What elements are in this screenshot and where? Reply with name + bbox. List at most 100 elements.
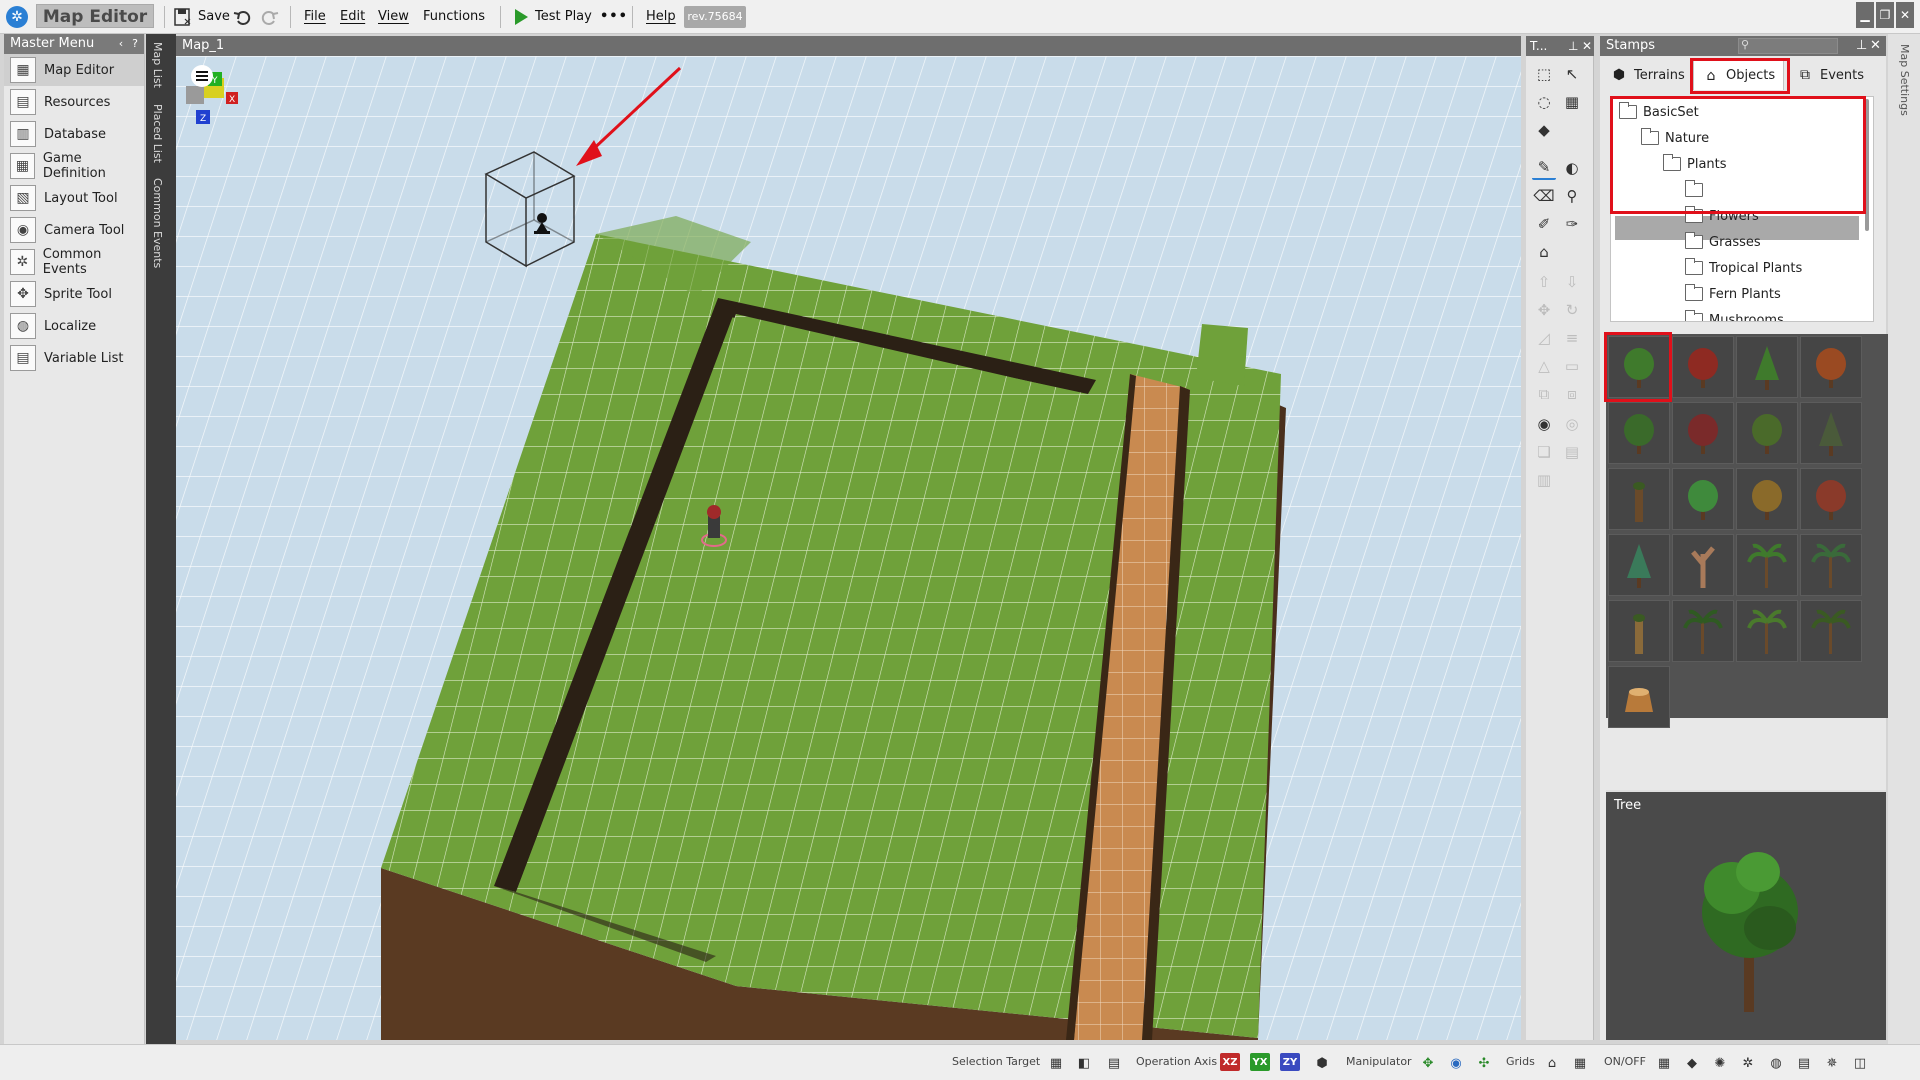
cylinder-icon[interactable]: ◫ — [1850, 1053, 1870, 1073]
tree-item[interactable]: Grasses — [1685, 231, 1761, 253]
menu-item-game-definition[interactable]: ▦ Game Definition — [4, 150, 144, 182]
stamp-thumbnail[interactable] — [1608, 534, 1670, 596]
select-tile-icon[interactable]: ▦ — [1046, 1053, 1066, 1073]
box-icon[interactable]: ▭ — [1560, 354, 1584, 378]
stamp-thumbnail[interactable] — [1672, 468, 1734, 530]
map-3d-scene[interactable]: Y X Z — [176, 56, 1521, 1040]
pin-icon[interactable]: ⊥ — [1856, 36, 1867, 56]
move-gizmo-icon[interactable]: ✥ — [1418, 1053, 1438, 1073]
stamp-thumbnail[interactable] — [1736, 402, 1798, 464]
menu-item-map-editor[interactable]: ▦ Map Editor — [4, 54, 144, 86]
stamp-thumbnail[interactable] — [1672, 600, 1734, 662]
stamp-thumbnail[interactable] — [1736, 468, 1798, 530]
stamp-thumbnail[interactable] — [1608, 336, 1670, 398]
stamp-thumbnail[interactable] — [1800, 336, 1862, 398]
tree-item[interactable]: Mushrooms — [1685, 309, 1784, 321]
tree-item[interactable]: Nature — [1641, 127, 1709, 149]
stamp-thumbnail[interactable] — [1800, 468, 1862, 530]
duplicate-icon[interactable]: ❏ — [1532, 440, 1556, 464]
settings-icon[interactable]: ✲ — [1738, 1053, 1758, 1073]
tab-map-list[interactable]: Map List — [151, 42, 164, 88]
close-panel-icon[interactable]: ✕ — [1870, 36, 1881, 56]
raise-icon[interactable]: ⇧ — [1532, 270, 1556, 294]
tab-common-events[interactable]: Common Events — [151, 178, 164, 268]
stamp-thumbnail[interactable] — [1608, 666, 1670, 728]
menu-file[interactable]: File — [304, 6, 326, 28]
stamp-thumbnail[interactable] — [1800, 534, 1862, 596]
stamp-thumbnail[interactable] — [1800, 600, 1862, 662]
rotate-icon[interactable]: ↻ — [1560, 298, 1584, 322]
save-icon[interactable] — [172, 6, 194, 28]
trash-icon[interactable]: ▥ — [1532, 468, 1556, 492]
stamp-thumbnail[interactable] — [1800, 402, 1862, 464]
stamp-thumbnail[interactable] — [1608, 600, 1670, 662]
menu-item-resources[interactable]: ▤ Resources — [4, 86, 144, 118]
stamp-thumbnail[interactable] — [1736, 336, 1798, 398]
select-all-icon[interactable]: ▤ — [1104, 1053, 1124, 1073]
globe-icon[interactable]: ◍ — [1766, 1053, 1786, 1073]
box-view-icon[interactable]: ◆ — [1682, 1053, 1702, 1073]
menu-item-localize[interactable]: ◍ Localize — [4, 310, 144, 342]
stamps-search-input[interactable]: ⚲ — [1738, 38, 1838, 54]
rotate-gizmo-icon[interactable]: ◉ — [1446, 1053, 1466, 1073]
tab-terrains[interactable]: ⬢ Terrains — [1610, 60, 1685, 90]
axis-xz-button[interactable]: XZ — [1220, 1053, 1240, 1071]
menu-help[interactable]: Help — [646, 6, 676, 28]
list-icon[interactable]: ▤ — [1794, 1053, 1814, 1073]
bug-icon[interactable]: ✵ — [1822, 1053, 1842, 1073]
menu-item-sprite-tool[interactable]: ✥ Sprite Tool — [4, 278, 144, 310]
menu-edit[interactable]: Edit — [340, 6, 365, 28]
test-play-button[interactable]: Test Play — [535, 6, 592, 28]
pin-icon[interactable]: ⊥ — [1568, 36, 1578, 56]
stamp-thumbnail[interactable] — [1672, 402, 1734, 464]
grid-select-icon[interactable]: ▦ — [1560, 90, 1584, 114]
axis-yx-button[interactable]: YX — [1250, 1053, 1270, 1071]
more-options-button[interactable]: ••• — [600, 6, 628, 28]
paint-pick-icon[interactable]: ✑ — [1560, 212, 1584, 236]
cube-icon[interactable]: ◆ — [1532, 118, 1556, 142]
eyedropper-icon[interactable]: ⚲ — [1560, 184, 1584, 208]
stamp-thumbnail[interactable] — [1736, 534, 1798, 596]
light-icon[interactable]: ✺ — [1710, 1053, 1730, 1073]
camera-icon[interactable]: ◉ — [1532, 412, 1556, 436]
menu-item-layout-tool[interactable]: ▧ Layout Tool — [4, 182, 144, 214]
play-icon[interactable] — [510, 6, 532, 28]
scale-gizmo-icon[interactable]: ✣ — [1474, 1053, 1494, 1073]
menu-functions[interactable]: Functions — [423, 6, 485, 28]
menu-item-database[interactable]: ▥ Database — [4, 118, 144, 150]
paste-icon[interactable]: ⧈ — [1560, 382, 1584, 406]
stamp-thumbnail[interactable] — [1608, 468, 1670, 530]
rect-select-icon[interactable]: ⬚ — [1532, 62, 1556, 86]
redo-icon[interactable] — [258, 6, 280, 28]
grid-view-icon[interactable]: ▦ — [1654, 1053, 1674, 1073]
close-icon[interactable]: ✕ — [1896, 2, 1914, 28]
select-object-icon[interactable]: ◧ — [1074, 1053, 1094, 1073]
tree-item[interactable]: Fern Plants — [1685, 283, 1781, 305]
tree-item[interactable]: Flowers — [1685, 205, 1759, 227]
tree-item[interactable]: BasicSet — [1619, 101, 1699, 123]
stamp-thumbnail[interactable] — [1672, 534, 1734, 596]
category-tree[interactable]: BasicSet Nature Plants Tree Flowers Grasses Tr… — [1610, 96, 1874, 322]
help-icon[interactable]: ? — [128, 36, 142, 52]
eraser-icon[interactable]: ⌫ — [1532, 184, 1556, 208]
tree-item[interactable]: Plants — [1663, 153, 1727, 175]
map-viewport[interactable]: Y X Z — [176, 56, 1521, 1040]
tab-map-settings[interactable]: Map Settings — [1898, 44, 1911, 116]
close-panel-icon[interactable]: ✕ — [1582, 36, 1592, 56]
menu-item-common-events[interactable]: ✲ Common Events — [4, 246, 144, 278]
slope-icon[interactable]: ◿ — [1532, 326, 1556, 350]
stamp-thumbnail[interactable] — [1672, 336, 1734, 398]
house-icon[interactable]: ⌂ — [1532, 240, 1556, 264]
menu-item-variable-list[interactable]: ▤ Variable List — [4, 342, 144, 374]
grid-toggle-icon[interactable]: ▦ — [1570, 1053, 1590, 1073]
bucket-icon[interactable]: ◐ — [1560, 156, 1584, 180]
move-icon[interactable]: ✥ — [1532, 298, 1556, 322]
axis-zy-button[interactable]: ZY — [1280, 1053, 1300, 1071]
tree-item[interactable]: Tropical Plants — [1685, 257, 1802, 279]
save-button[interactable]: Save — [198, 6, 230, 28]
stamp-thumbnail[interactable] — [1608, 402, 1670, 464]
maximize-icon[interactable]: ❐ — [1876, 2, 1894, 28]
copy-icon[interactable]: ⧉ — [1532, 382, 1556, 406]
tab-events[interactable]: ⧉ Events — [1796, 60, 1864, 90]
paint-icon[interactable]: ✐ — [1532, 212, 1556, 236]
